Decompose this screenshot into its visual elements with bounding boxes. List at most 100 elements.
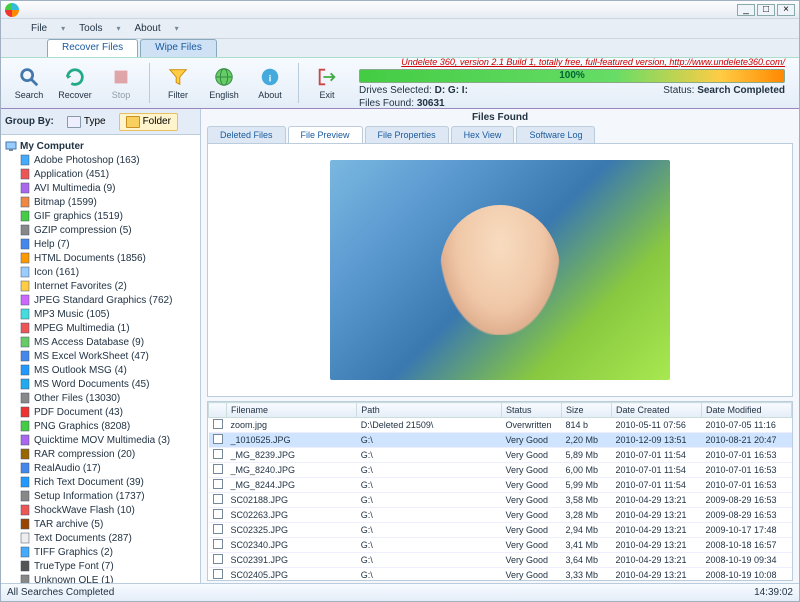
tree-item[interactable]: MPEG Multimedia (1) [3,321,198,335]
tree-item[interactable]: ShockWave Flash (10) [3,503,198,517]
col-path[interactable]: Path [357,403,502,418]
minimize-button[interactable]: _ [737,4,755,16]
row-checkbox[interactable] [213,524,223,534]
tree-item[interactable]: PDF Document (43) [3,405,198,419]
cell-created: 2010-07-01 11:54 [612,478,702,493]
tree-item[interactable]: GIF graphics (1519) [3,209,198,223]
file-grid[interactable]: Filename Path Status Size Date Created D… [207,401,793,581]
menu-file[interactable]: File [31,23,47,34]
tree-root[interactable]: My Computer [3,139,198,153]
row-checkbox[interactable] [213,569,223,579]
tree-item[interactable]: Other Files (13030) [3,391,198,405]
tab-software-log[interactable]: Software Log [516,126,595,143]
filetype-icon [19,280,31,292]
menu-tools[interactable]: Tools [79,23,102,34]
col-created[interactable]: Date Created [612,403,702,418]
table-row[interactable]: _1010525.JPGG:\Very Good2,20 Mb2010-12-0… [209,433,792,448]
cell-modified: 2009-08-29 16:53 [702,493,792,508]
table-row[interactable]: SC02405.JPGG:\Very Good3,33 Mb2010-04-29… [209,568,792,582]
table-row[interactable]: SC02325.JPGG:\Very Good2,94 Mb2010-04-29… [209,523,792,538]
cell-status: Very Good [502,523,562,538]
about-button[interactable]: i About [248,60,292,106]
globe-icon [213,66,235,88]
cell-filename: _MG_8240.JPG [227,463,357,478]
tree-item[interactable]: Icon (161) [3,265,198,279]
tree-item[interactable]: MS Word Documents (45) [3,377,198,391]
row-checkbox[interactable] [213,464,223,474]
tree-item[interactable]: JPEG Standard Graphics (762) [3,293,198,307]
scan-status: Status: Search Completed [663,85,785,96]
tab-recover-files[interactable]: Recover Files [47,39,138,57]
tree-item[interactable]: MS Excel WorkSheet (47) [3,349,198,363]
cell-created: 2010-04-29 13:21 [612,568,702,582]
tree-item[interactable]: Setup Information (1737) [3,489,198,503]
table-row[interactable]: _MG_8244.JPGG:\Very Good5,99 Mb2010-07-0… [209,478,792,493]
table-row[interactable]: _MG_8239.JPGG:\Very Good5,89 Mb2010-07-0… [209,448,792,463]
row-checkbox[interactable] [213,509,223,519]
tree-item[interactable]: MP3 Music (105) [3,307,198,321]
filter-button[interactable]: Filter [156,60,200,106]
tab-file-properties[interactable]: File Properties [365,126,449,143]
tree-item[interactable]: MS Outlook MSG (4) [3,363,198,377]
tab-file-preview[interactable]: File Preview [288,126,363,143]
tree-item[interactable]: MS Access Database (9) [3,335,198,349]
cell-filename: SC02340.JPG [227,538,357,553]
row-checkbox[interactable] [213,479,223,489]
row-checkbox[interactable] [213,539,223,549]
language-button[interactable]: English [202,60,246,106]
file-type-tree[interactable]: My Computer Adobe Photoshop (163)Applica… [1,135,200,583]
table-row[interactable]: zoom.jpgD:\Deleted 21509\Overwritten814 … [209,418,792,433]
tree-item[interactable]: TIFF Graphics (2) [3,545,198,559]
table-row[interactable]: SC02340.JPGG:\Very Good3,41 Mb2010-04-29… [209,538,792,553]
tree-item[interactable]: Adobe Photoshop (163) [3,153,198,167]
row-checkbox[interactable] [213,419,223,429]
row-checkbox[interactable] [213,494,223,504]
maximize-button[interactable]: □ [757,4,775,16]
row-checkbox[interactable] [213,434,223,444]
table-row[interactable]: SC02188.JPGG:\Very Good3,58 Mb2010-04-29… [209,493,792,508]
exit-button[interactable]: Exit [305,60,349,106]
tree-item[interactable]: RAR compression (20) [3,447,198,461]
sidebar: Group By: Type Folder My Computer Adobe … [1,109,201,583]
col-status[interactable]: Status [502,403,562,418]
menu-about[interactable]: About [135,23,161,34]
group-by-type-button[interactable]: Type [60,113,113,131]
tab-deleted-files[interactable]: Deleted Files [207,126,286,143]
tree-item[interactable]: HTML Documents (1856) [3,251,198,265]
table-row[interactable]: _MG_8240.JPGG:\Very Good6,00 Mb2010-07-0… [209,463,792,478]
group-by-folder-button[interactable]: Folder [119,113,178,131]
tree-item[interactable]: Bitmap (1599) [3,195,198,209]
promo-link[interactable]: Undelete 360, version 2.1 Build 1, total… [359,57,785,67]
tree-item[interactable]: Text Documents (287) [3,531,198,545]
recover-button[interactable]: Recover [53,60,97,106]
tree-item[interactable]: Unknown OLE (1) [3,573,198,583]
tree-item[interactable]: Internet Favorites (2) [3,279,198,293]
col-filename[interactable]: Filename [227,403,357,418]
tree-item[interactable]: TrueType Font (7) [3,559,198,573]
tree-item[interactable]: Rich Text Document (39) [3,475,198,489]
table-row[interactable]: SC02263.JPGG:\Very Good3,28 Mb2010-04-29… [209,508,792,523]
tree-item[interactable]: Application (451) [3,167,198,181]
row-checkbox[interactable] [213,449,223,459]
tree-item[interactable]: RealAudio (17) [3,461,198,475]
row-checkbox[interactable] [213,554,223,564]
close-button[interactable]: × [777,4,795,16]
table-row[interactable]: SC02391.JPGG:\Very Good3,64 Mb2010-04-29… [209,553,792,568]
search-button[interactable]: Search [7,60,51,106]
tree-item[interactable]: GZIP compression (5) [3,223,198,237]
tree-item[interactable]: Help (7) [3,237,198,251]
cell-filename: _MG_8244.JPG [227,478,357,493]
tree-item[interactable]: TAR archive (5) [3,517,198,531]
tree-item[interactable]: AVI Multimedia (9) [3,181,198,195]
cell-size: 5,89 Mb [562,448,612,463]
tab-hex-view[interactable]: Hex View [451,126,515,143]
tab-wipe-files[interactable]: Wipe Files [140,39,217,57]
col-modified[interactable]: Date Modified [702,403,792,418]
recover-icon [64,66,86,88]
cell-filename: _1010525.JPG [227,433,357,448]
tree-item[interactable]: Quicktime MOV Multimedia (3) [3,433,198,447]
preview-image [330,160,670,380]
tree-item[interactable]: PNG Graphics (8208) [3,419,198,433]
col-size[interactable]: Size [562,403,612,418]
cell-size: 3,58 Mb [562,493,612,508]
